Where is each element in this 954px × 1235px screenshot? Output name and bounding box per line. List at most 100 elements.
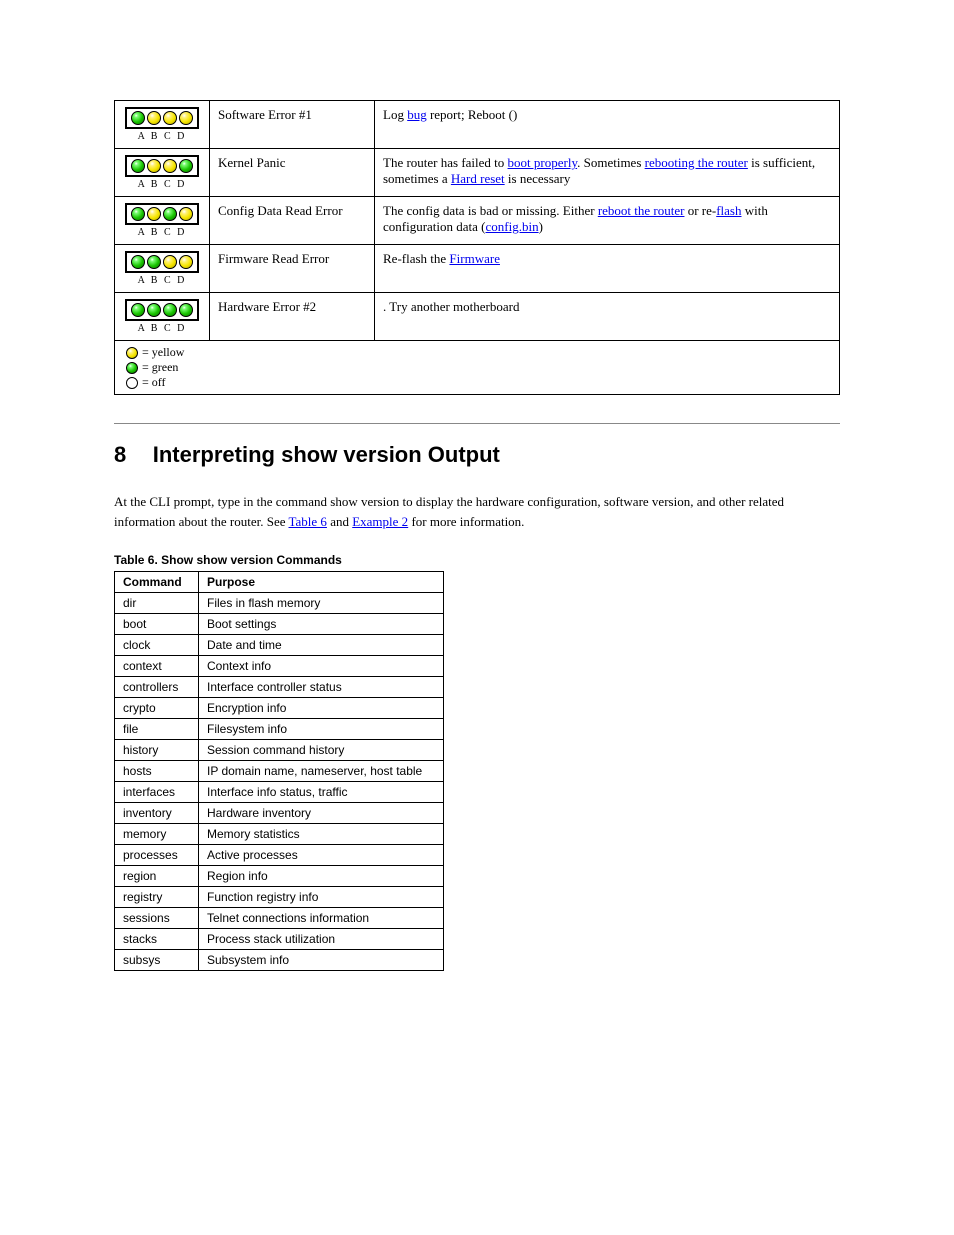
solution-cell: The router has failed to boot properly. … (375, 149, 840, 197)
cmd-cell: stacks (115, 929, 199, 950)
cmd-cell: controllers (115, 677, 199, 698)
purpose-cell: Filesystem info (199, 719, 444, 740)
meaning-cell: Software Error #1 (210, 101, 375, 149)
yellow-led-icon (179, 255, 193, 269)
legend-item: = yellow (125, 345, 829, 360)
cmd-cell: interfaces (115, 782, 199, 803)
legend-item: = green (125, 360, 829, 375)
green-led-icon (131, 159, 145, 173)
purpose-cell: Date and time (199, 635, 444, 656)
led-box (125, 299, 199, 321)
led-pattern-cell: A B C D (115, 197, 210, 245)
purpose-cell: Subsystem info (199, 950, 444, 971)
led-legend: = yellow = green = off (114, 341, 840, 395)
solution-link[interactable]: Hard reset (451, 171, 505, 186)
green-led-icon (131, 111, 145, 125)
yellow-led-icon (179, 207, 193, 221)
green-led-icon (179, 159, 193, 173)
yellow-led-icon (179, 111, 193, 125)
led-labels: A B C D (123, 179, 201, 190)
purpose-cell: Telnet connections information (199, 908, 444, 929)
table-row: processesActive processes (115, 845, 444, 866)
solution-link[interactable]: Firmware (449, 251, 500, 266)
purpose-cell: Files in flash memory (199, 593, 444, 614)
table-row: sessionsTelnet connections information (115, 908, 444, 929)
purpose-cell: Region info (199, 866, 444, 887)
purpose-cell: Interface info status, traffic (199, 782, 444, 803)
table-row: contextContext info (115, 656, 444, 677)
led-box (125, 107, 199, 129)
purpose-cell: Context info (199, 656, 444, 677)
cmd-cell: inventory (115, 803, 199, 824)
led-box (125, 155, 199, 177)
led-pattern-cell: A B C D (115, 149, 210, 197)
yellow-led-icon (147, 159, 161, 173)
cmd-cell: file (115, 719, 199, 740)
solution-link[interactable]: config.bin (486, 219, 539, 234)
green-led-icon (131, 303, 145, 317)
cmd-cell: hosts (115, 761, 199, 782)
led-box (125, 203, 199, 225)
cmd-cell: context (115, 656, 199, 677)
cmd-cell: dir (115, 593, 199, 614)
led-labels: A B C D (123, 275, 201, 286)
cmd-cell: clock (115, 635, 199, 656)
solution-link[interactable]: reboot the router (598, 203, 685, 218)
solution-cell: Log bug report; Reboot () (375, 101, 840, 149)
led-box (125, 251, 199, 273)
table-row: registryFunction registry info (115, 887, 444, 908)
purpose-cell: Active processes (199, 845, 444, 866)
table-row: inventoryHardware inventory (115, 803, 444, 824)
table-row: historySession command history (115, 740, 444, 761)
cmd-cell: crypto (115, 698, 199, 719)
cmd-cell: subsys (115, 950, 199, 971)
legend-item: = off (125, 375, 829, 390)
table-row: subsysSubsystem info (115, 950, 444, 971)
purpose-cell: Function registry info (199, 887, 444, 908)
meaning-cell: Firmware Read Error (210, 245, 375, 293)
led-labels: A B C D (123, 131, 201, 142)
solution-link[interactable]: rebooting the router (645, 155, 748, 170)
table-row: hostsIP domain name, nameserver, host ta… (115, 761, 444, 782)
table-6-link[interactable]: Table 6 (289, 514, 327, 529)
led-labels: A B C D (123, 227, 201, 238)
green-led-icon (147, 303, 161, 317)
green-led-icon (131, 255, 145, 269)
green-led-icon (179, 303, 193, 317)
example-2-link[interactable]: Example 2 (352, 514, 408, 529)
cmd-table-caption: Table 6. Show show version Commands (114, 553, 840, 567)
cmd-cell: memory (115, 824, 199, 845)
solution-link[interactable]: boot properly (508, 155, 578, 170)
led-labels: A B C D (123, 323, 201, 334)
table-row: fileFilesystem info (115, 719, 444, 740)
cmd-header: Command (115, 572, 199, 593)
table-row: stacksProcess stack utilization (115, 929, 444, 950)
cmd-cell: sessions (115, 908, 199, 929)
green-led-icon (147, 255, 161, 269)
show-version-commands-table: Command Purpose dirFiles in flash memory… (114, 571, 444, 971)
cmd-cell: boot (115, 614, 199, 635)
yellow-led-icon (163, 159, 177, 173)
purpose-header: Purpose (199, 572, 444, 593)
green-led-icon (126, 362, 138, 374)
off-led-icon (126, 377, 138, 389)
yellow-led-icon (126, 347, 138, 359)
purpose-cell: Hardware inventory (199, 803, 444, 824)
green-led-icon (163, 207, 177, 221)
table-row: interfacesInterface info status, traffic (115, 782, 444, 803)
led-pattern-cell: A B C D (115, 101, 210, 149)
led-diagnostic-table: A B C D Software Error #1Log bug report; … (114, 100, 840, 341)
intro-text: and (330, 514, 352, 529)
solution-link[interactable]: flash (716, 203, 741, 218)
green-led-icon (131, 207, 145, 221)
section-title: Interpreting show version Output (153, 442, 500, 468)
solution-cell: Re-flash the Firmware (375, 245, 840, 293)
cmd-cell: processes (115, 845, 199, 866)
yellow-led-icon (147, 207, 161, 221)
table-row: bootBoot settings (115, 614, 444, 635)
purpose-cell: Session command history (199, 740, 444, 761)
solution-link[interactable]: bug (407, 107, 427, 122)
purpose-cell: Interface controller status (199, 677, 444, 698)
cmd-cell: history (115, 740, 199, 761)
table-row: regionRegion info (115, 866, 444, 887)
